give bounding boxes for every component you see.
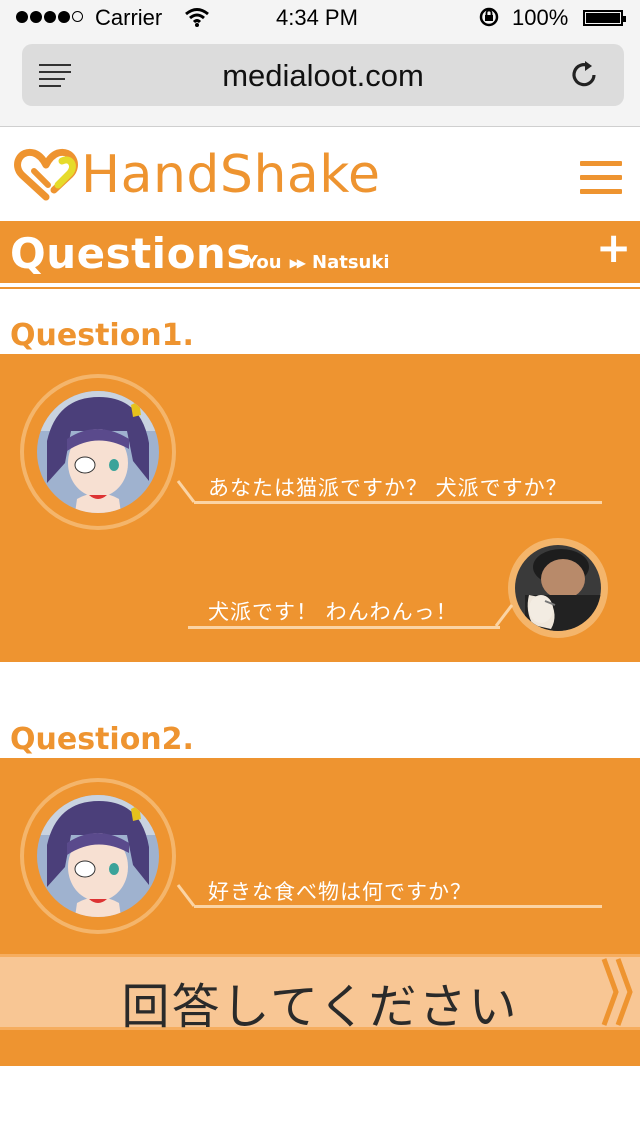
battery-percent: 100% (512, 5, 569, 30)
question-text: 好きな食べ物は何ですか？ (208, 880, 472, 904)
question-heading: Question2. (10, 722, 194, 757)
conversation-breadcrumb: You ▶▶ Natsuki (245, 252, 390, 273)
add-question-button[interactable]: + (596, 227, 631, 269)
signal-strength-icon (16, 11, 83, 23)
section-divider (0, 287, 640, 289)
section-title: Questions (10, 229, 252, 278)
url-field[interactable]: medialoot.com (22, 44, 624, 106)
browser-address-bar: medialoot.com (0, 36, 640, 127)
clock: 4:34 PM (276, 5, 358, 30)
answer-prompt-label: 回答してください (121, 979, 519, 1035)
double-chevron-right-icon (601, 958, 633, 1026)
anime-girl-avatar-icon (37, 391, 159, 513)
hamburger-menu-icon[interactable] (580, 161, 622, 203)
asker-avatar[interactable] (37, 795, 159, 917)
double-arrow-icon: ▶▶ (289, 255, 307, 270)
wifi-icon (185, 8, 209, 27)
question-heading: Question1. (10, 318, 194, 353)
responder-avatar[interactable] (515, 545, 601, 631)
bubble-underline (188, 626, 500, 629)
handshake-heart-logo-icon[interactable] (14, 145, 78, 205)
battery-icon (583, 10, 626, 26)
asker-avatar[interactable] (37, 391, 159, 513)
rotation-lock-icon (479, 7, 499, 27)
answer-text: 犬派です！ わんわんっ！ (208, 600, 458, 624)
site-header: HandShake (0, 127, 640, 221)
status-bar: Carrier 4:34 PM 100% (0, 0, 640, 36)
breadcrumb-from: You (245, 252, 282, 273)
answer-prompt-button[interactable]: 回答してください (0, 954, 640, 1035)
breadcrumb-to: Natsuki (312, 252, 390, 273)
bubble-tail-icon (494, 604, 514, 627)
logo-wordmark[interactable]: HandShake (81, 145, 381, 205)
url-text[interactable]: medialoot.com (22, 58, 624, 94)
anime-girl-avatar-icon (37, 795, 159, 917)
question-text: あなたは猫派ですか？ 犬派ですか？ (208, 476, 568, 500)
reload-icon[interactable] (570, 59, 600, 91)
bubble-tail-icon (176, 884, 196, 907)
person-with-dog-avatar-icon (515, 545, 601, 631)
bubble-tail-icon (176, 480, 196, 503)
section-header-bar: Questions You ▶▶ Natsuki + (0, 221, 640, 283)
carrier-name: Carrier (95, 5, 163, 30)
question-panel: あなたは猫派ですか？ 犬派ですか？ 犬派です！ わんわんっ！ (0, 354, 640, 662)
